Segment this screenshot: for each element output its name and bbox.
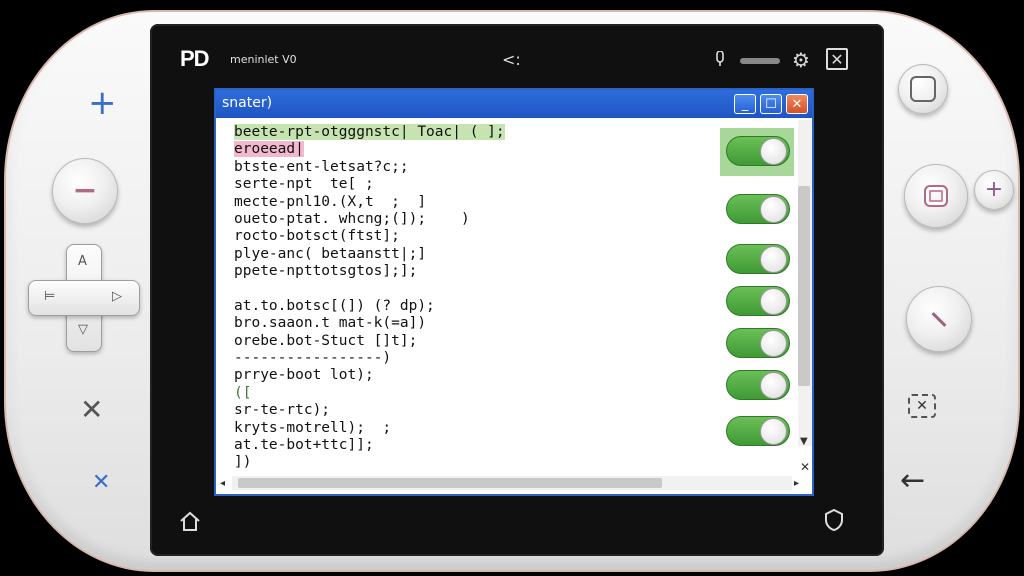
d-pad-up-icon[interactable]: A	[78, 254, 87, 269]
toggle-switch[interactable]	[726, 328, 790, 358]
plus-button-right[interactable]: +	[974, 170, 1014, 210]
toggle-switch[interactable]	[726, 286, 790, 316]
toggle-knob	[760, 246, 787, 273]
scroll-down-arrow-icon[interactable]: ▼	[800, 436, 808, 447]
code-line: serte-npt te[ ;	[234, 176, 374, 193]
square-button-icon	[910, 76, 936, 102]
horizontal-scroll-thumb[interactable]	[238, 478, 662, 488]
code-line: beete-rpt-otgggnstc| Toac| ( ];	[234, 124, 505, 140]
toggle-knob	[760, 288, 787, 315]
toggle-knob	[760, 138, 787, 165]
code-editor[interactable]: beete-rpt-otgggnstc| Toac| ( ]; eroeead|…	[234, 124, 714, 472]
app-logo: PD	[180, 46, 210, 71]
screen: PD meninlet V0 <: ⚙ ✕ snater) _ ☐ ✕ beet…	[150, 24, 884, 556]
minus-button[interactable]: −	[52, 158, 118, 224]
minimize-button[interactable]: _	[734, 94, 756, 114]
toggle-knob	[760, 196, 787, 223]
x-button-left[interactable]: ✕	[80, 396, 103, 424]
code-line: kryts-motrell); ;	[234, 419, 392, 436]
code-brackets-icon[interactable]: <:	[502, 50, 521, 69]
scroll-left-arrow-icon[interactable]: ◂	[220, 478, 225, 489]
code-line: -----------------)	[234, 350, 392, 367]
bottom-bar	[150, 500, 884, 556]
maximize-button[interactable]: ☐	[760, 94, 782, 114]
toggle-switch[interactable]	[726, 194, 790, 224]
home-icon[interactable]	[178, 510, 202, 536]
top-right-square-button[interactable]	[898, 64, 948, 114]
code-line: mecte-pnl10.(X,t ; ]	[234, 193, 427, 210]
plus-button-left[interactable]: +	[88, 86, 117, 120]
vertical-scroll-thumb[interactable]	[798, 186, 810, 386]
toggle-switch[interactable]	[726, 416, 790, 446]
scroll-right-arrow-icon[interactable]: ▸	[794, 478, 799, 489]
code-line: rocto-botsct(ftst];	[234, 228, 400, 245]
window-titlebar: snater) _ ☐ ✕	[216, 90, 812, 118]
close-button[interactable]: ✕	[786, 94, 808, 114]
plus-icon: +	[984, 177, 1004, 202]
code-line: at.te-bot+ttc]];	[234, 437, 374, 454]
d-pad[interactable]: A ▽ ⊨ ▷	[28, 244, 140, 352]
code-line: bro.saaon.t mat-k(=a])	[234, 315, 427, 332]
code-line: eroeead|	[234, 141, 304, 158]
toggle-switch[interactable]	[726, 370, 790, 400]
toggle-knob	[760, 418, 787, 445]
editor-window: snater) _ ☐ ✕ beete-rpt-otgggnstc| Toac|…	[214, 88, 814, 496]
volume-slider[interactable]	[740, 58, 780, 64]
window-title: snater)	[222, 95, 273, 111]
code-line: ([	[234, 384, 252, 401]
small-x-button-left[interactable]: ✕	[92, 472, 110, 494]
toggle-switch[interactable]	[726, 244, 790, 274]
status-bar: PD meninlet V0 <: ⚙ ✕	[150, 24, 884, 92]
record-button[interactable]	[904, 164, 968, 228]
d-pad-left-icon[interactable]: ⊨	[44, 289, 55, 304]
code-line: orebe.bot-Stuct []t];	[234, 332, 418, 349]
capture-icon[interactable]: ✕	[908, 394, 936, 418]
code-line: btste-ent-letsat?c;;	[234, 158, 409, 175]
d-pad-right-icon[interactable]: ▷	[112, 289, 122, 304]
code-line: prrye-boot lot);	[234, 367, 374, 384]
action-button[interactable]	[906, 286, 972, 352]
code-line: ppete-npttotsgtos];];	[234, 263, 418, 280]
toggle-knob	[760, 372, 787, 399]
microphone-icon[interactable]	[715, 50, 725, 71]
code-line: sr-te-rtc);	[234, 402, 331, 419]
slash-icon	[931, 311, 947, 327]
back-arrow-button[interactable]: ←	[900, 466, 925, 496]
code-line: ])	[234, 454, 252, 471]
shield-icon[interactable]	[822, 508, 846, 536]
app-name: meninlet V0	[230, 53, 297, 66]
resize-icon[interactable]: ✕	[800, 460, 810, 474]
code-line: oueto-ptat. whcng;(]); )	[234, 210, 470, 227]
code-line: plye-anc( betaanstt|;]	[234, 245, 427, 262]
toggle-switch[interactable]	[726, 136, 790, 166]
d-pad-down-icon[interactable]: ▽	[78, 322, 88, 337]
code-line: at.to.botsc[(]) (? dp);	[234, 297, 435, 314]
toggle-knob	[760, 330, 787, 357]
close-icon[interactable]: ✕	[826, 48, 848, 70]
record-square-icon	[924, 185, 948, 207]
minus-icon: −	[72, 173, 98, 208]
gear-icon[interactable]: ⚙	[792, 48, 810, 72]
